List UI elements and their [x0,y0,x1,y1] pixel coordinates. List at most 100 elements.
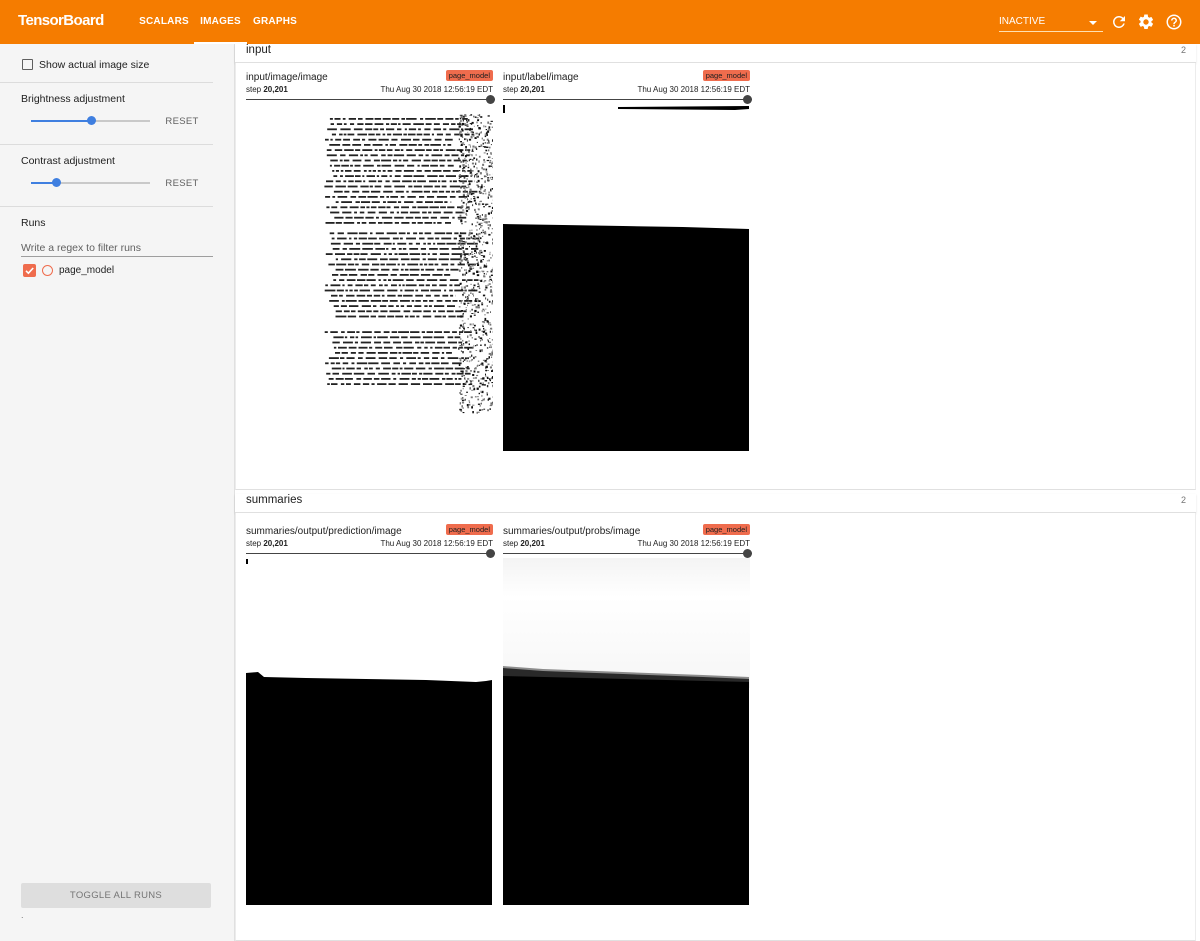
step-slider[interactable] [503,549,752,558]
scan-mark [491,176,493,178]
scan-mark [485,203,487,206]
scan-mark [355,263,359,266]
app-title: TensorBoard [18,12,104,29]
scan-mark [378,315,386,318]
scan-mark [467,302,470,304]
category-name: summaries [246,494,303,506]
scan-mark [445,367,454,370]
tab-scalars[interactable]: SCALARS [138,0,190,44]
scan-mark [485,380,488,382]
scan-mark [490,152,492,155]
slider-knob[interactable] [51,178,61,187]
scan-mark [450,201,452,203]
scan-mark [454,289,464,292]
scan-mark [426,149,432,151]
scan-mark [464,158,466,159]
brightness-slider[interactable] [31,115,150,127]
scan-mark [448,315,456,318]
scan-mark [460,244,462,247]
scan-mark [487,121,490,124]
category-header-summaries[interactable]: summaries 2 [235,494,1196,513]
scan-mark [330,242,341,245]
slider-knob[interactable] [743,95,752,104]
scan-mark [433,211,441,214]
scan-mark [466,121,468,123]
slider-knob[interactable] [86,116,96,125]
scan-mark [458,327,461,329]
scan-mark [390,211,394,214]
scan-mark [459,310,462,312]
category-header-input[interactable]: input 2 [235,44,1196,63]
brightness-reset-button[interactable]: RESET [162,116,202,127]
toggle-all-runs-button[interactable]: TOGGLE ALL RUNS [21,883,211,908]
scan-mark [335,180,341,183]
slider-knob[interactable] [486,549,495,558]
scan-mark [408,185,413,188]
slider-knob[interactable] [486,95,495,104]
scan-mark [474,174,477,175]
tab-graphs[interactable]: GRAPHS [251,0,299,44]
scan-mark [490,195,493,198]
scan-mark [362,190,370,193]
scan-mark [483,275,486,277]
contrast-slider[interactable] [31,177,150,189]
scan-mark [478,145,481,148]
scan-mark [481,184,483,187]
inactive-dashboards-select[interactable]: INACTIVE [999,14,1103,32]
scan-mark [488,191,490,194]
step-slider[interactable] [503,95,752,104]
scan-mark [474,367,475,370]
scan-mark [480,259,483,262]
scan-mark [377,180,383,183]
scan-mark [482,139,485,141]
scan-mark [491,188,493,190]
scan-mark [367,372,375,375]
scan-mark [427,258,437,261]
scan-mark [432,190,438,193]
scan-mark [471,308,473,311]
runs-filter-input[interactable] [21,240,213,257]
scan-mark [463,368,466,370]
scan-mark [463,290,465,292]
show-actual-size-checkbox[interactable] [22,59,33,70]
scan-mark [461,370,464,373]
scan-mark [461,143,463,145]
scan-mark [408,128,417,131]
refresh-icon[interactable] [1110,13,1128,31]
card-tag: input/label/image [503,72,579,83]
scan-mark [339,133,343,136]
slider-knob[interactable] [743,549,752,558]
scan-mark [439,279,447,281]
contrast-reset-button[interactable]: RESET [162,178,202,189]
divider [0,206,213,207]
scan-mark [458,306,461,308]
scan-mark [418,144,423,146]
scan-mark [406,149,413,151]
scan-mark [439,175,444,177]
run-checkbox-page-model[interactable] [23,264,36,277]
tab-images[interactable]: IMAGES [194,0,247,44]
scan-mark [368,237,377,240]
scan-mark [368,138,377,141]
scan-mark [423,300,428,302]
scan-mark [490,144,492,146]
scan-mark [459,324,463,327]
run-color-circle[interactable] [42,265,53,276]
scan-mark [470,370,472,372]
scan-mark [365,216,374,219]
scan-mark [488,205,491,208]
scan-mark [449,128,460,131]
settings-icon[interactable] [1137,13,1155,31]
step-slider[interactable] [246,549,495,558]
scan-mark [460,141,462,143]
scan-mark [334,216,344,219]
scan-mark [489,177,491,179]
scan-mark [342,248,347,250]
step-slider[interactable] [246,95,495,104]
scan-mark [355,284,363,287]
scan-mark [479,201,481,203]
category-body-input: input/image/image page_model step 20,201… [235,63,1196,490]
scan-mark [477,411,480,413]
scan-mark [480,261,483,263]
help-icon[interactable] [1165,13,1183,31]
